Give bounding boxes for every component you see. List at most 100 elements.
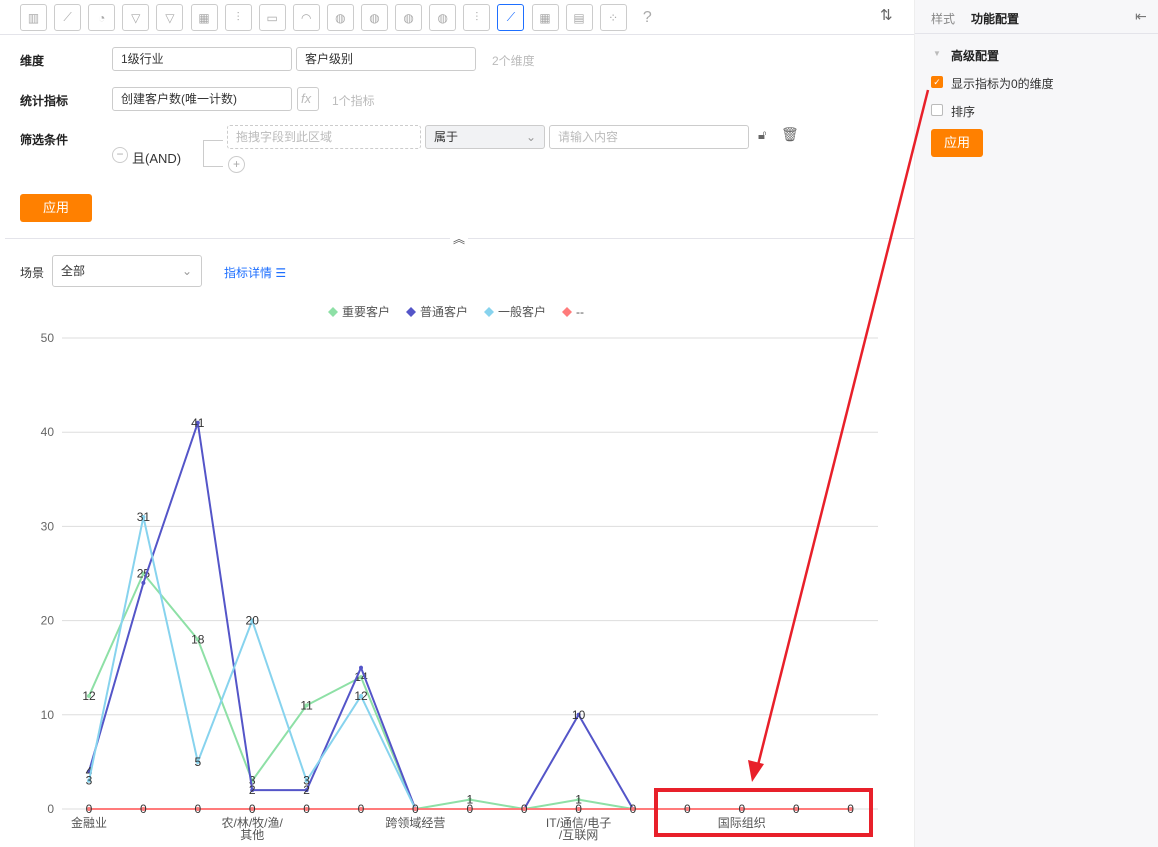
data-point[interactable]	[467, 807, 472, 811]
data-point[interactable]	[848, 807, 853, 811]
sort-checkbox[interactable]	[931, 104, 943, 116]
data-point[interactable]	[304, 807, 309, 811]
data-point[interactable]	[576, 807, 581, 811]
add-condition-icon[interactable]: +	[228, 156, 245, 173]
data-point[interactable]	[87, 769, 91, 774]
data-point[interactable]	[794, 807, 799, 811]
data-point[interactable]	[685, 807, 690, 811]
data-point[interactable]	[141, 807, 146, 811]
apply-button[interactable]: 应用	[20, 194, 92, 222]
data-point[interactable]	[141, 571, 146, 576]
data-point[interactable]	[467, 807, 472, 811]
data-point[interactable]	[522, 807, 527, 811]
data-point[interactable]	[576, 807, 581, 811]
line-chart-icon[interactable]: ⟋	[54, 4, 82, 31]
data-point[interactable]	[848, 807, 853, 811]
world-map-icon[interactable]: ◍	[395, 4, 423, 31]
bar-chart-icon[interactable]: ▥	[20, 4, 47, 31]
funnel-compare-icon[interactable]: ▽	[156, 4, 184, 31]
data-point[interactable]	[631, 807, 635, 811]
data-point[interactable]	[631, 807, 635, 811]
world-map-bubble-icon[interactable]: ◍	[429, 4, 457, 31]
data-point[interactable]	[739, 807, 744, 811]
data-point[interactable]	[304, 788, 309, 793]
data-point[interactable]	[195, 637, 200, 642]
data-point[interactable]	[195, 807, 200, 811]
metric-field[interactable]: 创建客户数(唯一计数)	[112, 87, 292, 111]
sidebar-apply-button[interactable]: 应用	[931, 129, 983, 157]
tab-style[interactable]: 样式	[931, 10, 955, 27]
data-point[interactable]	[522, 807, 527, 811]
detail-table-icon[interactable]: ▤	[565, 4, 593, 31]
data-point[interactable]	[413, 807, 418, 811]
data-point[interactable]	[141, 514, 146, 519]
data-point[interactable]	[87, 693, 91, 698]
filter-value-input[interactable]: 请输入内容	[549, 125, 749, 149]
collapse-logic-icon[interactable]: −	[112, 147, 128, 163]
table-icon[interactable]: ▦	[190, 4, 218, 31]
data-point[interactable]	[250, 807, 255, 811]
logic-operator[interactable]: 且(AND)	[132, 148, 181, 167]
tab-function-config[interactable]: 功能配置	[971, 10, 1019, 27]
data-point[interactable]	[250, 788, 255, 793]
data-point[interactable]	[141, 580, 146, 585]
data-point[interactable]	[359, 675, 363, 680]
data-point[interactable]	[195, 420, 200, 425]
data-point[interactable]	[359, 807, 363, 811]
data-point[interactable]	[739, 807, 744, 811]
data-point[interactable]	[87, 778, 91, 783]
data-point[interactable]	[413, 807, 418, 811]
data-point[interactable]	[685, 807, 690, 811]
help-icon[interactable]: ?	[634, 4, 661, 31]
data-point[interactable]	[576, 797, 581, 802]
legend-label[interactable]: 普通客户	[420, 304, 468, 319]
data-point[interactable]	[794, 807, 799, 811]
data-point[interactable]	[685, 807, 690, 811]
scatter-icon[interactable]: ⁘	[599, 4, 627, 31]
pie-chart-icon[interactable]: ◔	[88, 4, 116, 31]
data-point[interactable]	[522, 807, 527, 811]
drop-field-area[interactable]: 拖拽字段到此区域	[227, 125, 421, 149]
data-point[interactable]	[250, 778, 255, 783]
swap-axes-icon[interactable]: ⇅	[880, 6, 893, 24]
combo-chart-icon[interactable]: ⫶	[224, 4, 252, 31]
data-point[interactable]	[195, 759, 200, 764]
legend-label[interactable]: 重要客户	[342, 304, 390, 319]
collapse-chevron-icon[interactable]: ︽	[450, 230, 468, 246]
data-point[interactable]	[794, 807, 799, 811]
data-point[interactable]	[739, 807, 744, 811]
card-icon[interactable]: ▭	[258, 4, 286, 31]
heatmap-icon[interactable]: ▦	[531, 4, 559, 31]
data-point[interactable]	[413, 807, 418, 811]
operator-select[interactable]: 属于 ⌄	[425, 125, 545, 149]
data-point[interactable]	[685, 807, 690, 811]
data-point[interactable]	[631, 807, 635, 811]
dimension-field-2[interactable]: 客户级别	[296, 47, 476, 71]
data-point[interactable]	[848, 807, 853, 811]
china-map-icon[interactable]: ◍	[326, 4, 354, 31]
metric-detail-link[interactable]: 指标详情 ☰	[224, 264, 286, 281]
bar-chart-thin-icon[interactable]: ⫶	[463, 4, 491, 31]
show-zero-checkbox[interactable]: ✓	[931, 76, 943, 88]
data-point[interactable]	[631, 807, 635, 811]
china-map-bubble-icon[interactable]: ◍	[361, 4, 388, 31]
scene-select[interactable]: 全部 ⌄	[52, 255, 202, 287]
gauge-icon[interactable]: ◠	[292, 4, 320, 31]
line-chart-area-icon[interactable]: ⟋	[497, 4, 525, 31]
data-point[interactable]	[522, 807, 527, 811]
data-point[interactable]	[304, 778, 309, 783]
caret-down-icon[interactable]: ▼	[933, 49, 941, 58]
collapse-panel-icon[interactable]: ⇤	[1135, 8, 1147, 25]
data-point[interactable]	[739, 807, 744, 811]
formula-button[interactable]: fx	[297, 87, 319, 111]
data-point[interactable]	[576, 712, 581, 717]
data-point[interactable]	[359, 665, 363, 670]
data-point[interactable]	[848, 807, 853, 811]
legend-label[interactable]: --	[576, 305, 584, 319]
data-point[interactable]	[467, 807, 472, 811]
legend-label[interactable]: 一般客户	[498, 304, 546, 319]
data-point[interactable]	[467, 797, 472, 802]
data-point[interactable]	[413, 807, 418, 811]
funnel-icon[interactable]: ▽	[122, 4, 150, 31]
data-point[interactable]	[359, 693, 363, 698]
